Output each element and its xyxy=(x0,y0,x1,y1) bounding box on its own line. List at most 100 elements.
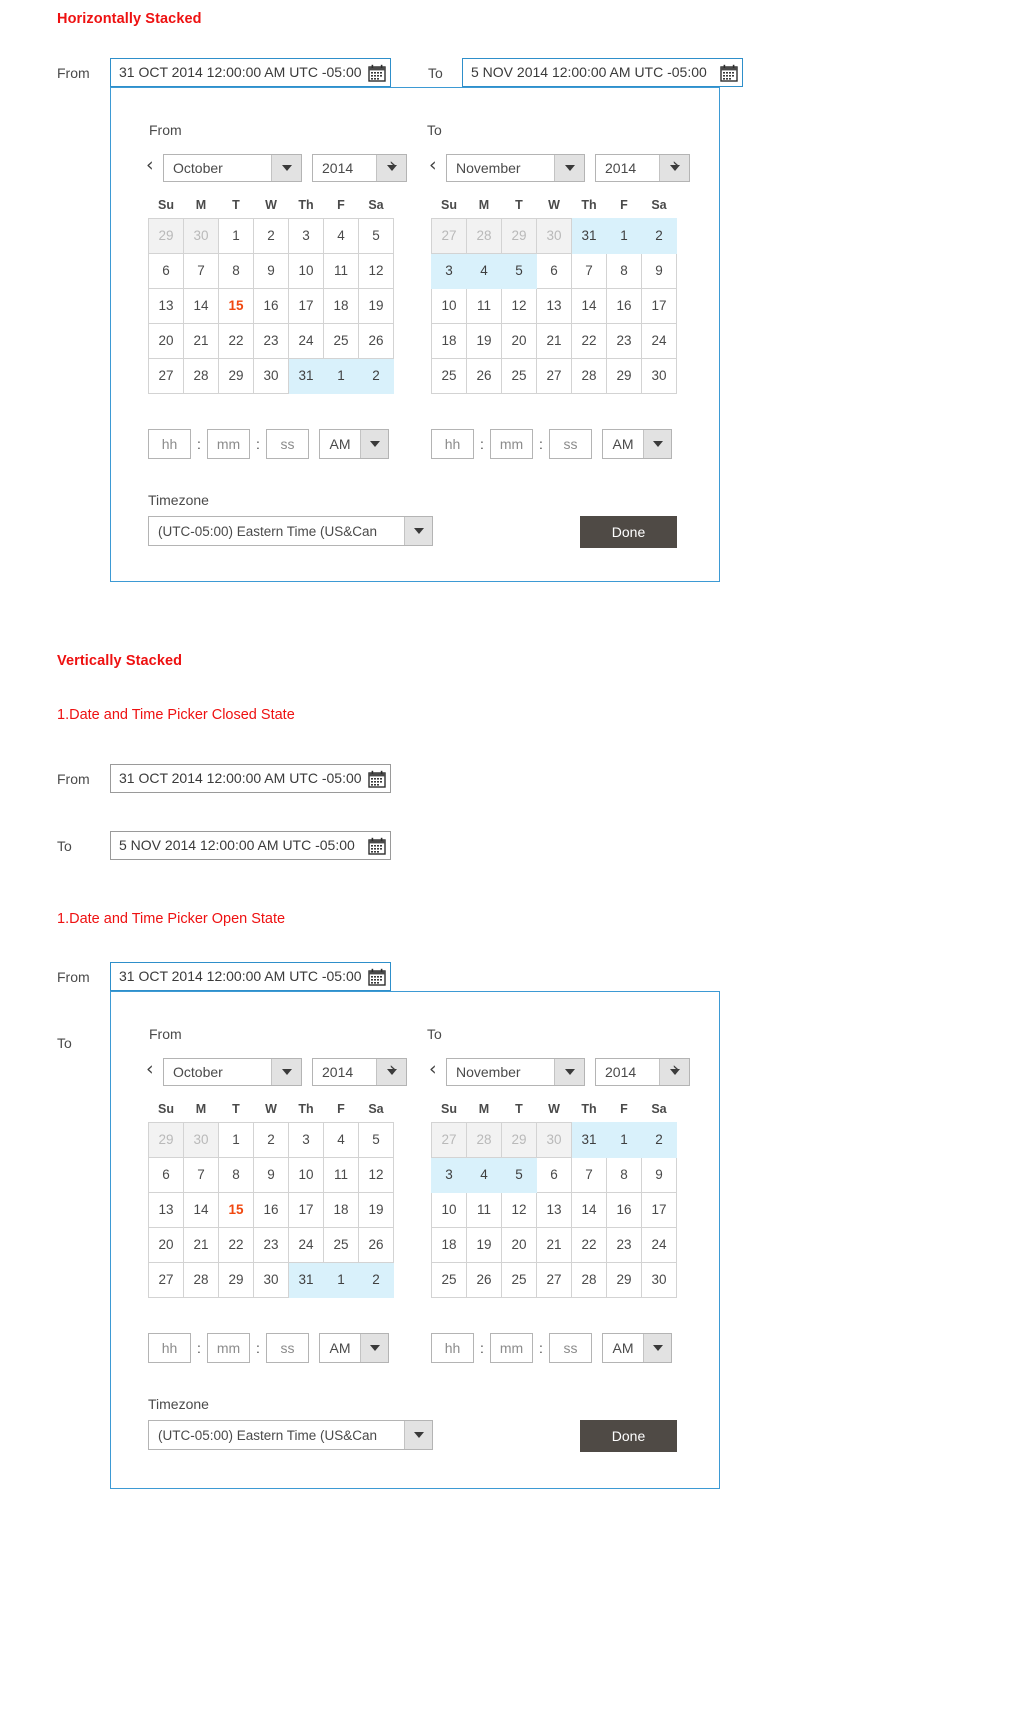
calendar-day-cell[interactable]: 2 xyxy=(358,357,394,394)
calendar-day-cell[interactable]: 20 xyxy=(501,1226,537,1263)
calendar-day-cell[interactable]: 13 xyxy=(148,1191,184,1228)
calendar-day-cell[interactable]: 5 xyxy=(358,217,394,254)
calendar-day-cell[interactable]: 10 xyxy=(431,287,467,324)
calendar-day-cell[interactable]: 14 xyxy=(183,287,219,324)
to-prev-month-arrow[interactable]: ‹ xyxy=(429,156,437,175)
calendar-day-cell[interactable]: 28 xyxy=(571,1261,607,1298)
calendar-day-cell[interactable]: 21 xyxy=(536,322,572,359)
from-prev-month-arrow[interactable]: ‹ xyxy=(146,156,154,175)
calendar-day-cell[interactable]: 13 xyxy=(536,287,572,324)
calendar-day-cell[interactable]: 13 xyxy=(536,1191,572,1228)
from-prev-month-arrow[interactable]: ‹ xyxy=(146,1060,154,1079)
calendar-day-cell[interactable]: 24 xyxy=(288,322,324,359)
calendar-day-cell[interactable]: 27 xyxy=(536,357,572,394)
calendar-day-cell[interactable]: 27 xyxy=(431,217,467,254)
timezone-select[interactable]: (UTC-05:00) Eastern Time (US&Can xyxy=(148,1420,433,1450)
calendar-day-cell[interactable]: 29 xyxy=(148,217,184,254)
to-meridiem-select[interactable]: AM xyxy=(602,429,672,459)
calendar-day-cell[interactable]: 2 xyxy=(641,217,677,254)
calendar-day-cell[interactable]: 12 xyxy=(358,1156,394,1193)
to-hour-input[interactable]: hh xyxy=(431,429,474,459)
calendar-day-cell[interactable]: 14 xyxy=(183,1191,219,1228)
to-date-input-closed[interactable]: 5 NOV 2014 12:00:00 AM UTC -05:00 xyxy=(110,831,391,860)
to-calendar[interactable]: Su M T W Th F Sa 27 28 29 30 31 1 2 3 4 5 6 7 8 9 10 11 12 13 14 1… xyxy=(431,1096,677,1298)
calendar-day-cell[interactable]: 27 xyxy=(431,1121,467,1158)
calendar-day-cell[interactable]: 11 xyxy=(323,1156,359,1193)
done-button[interactable]: Done xyxy=(580,516,677,548)
chevron-down-icon[interactable] xyxy=(360,1334,388,1362)
calendar-icon[interactable] xyxy=(368,968,386,986)
calendar-day-cell[interactable]: 31 xyxy=(288,357,324,394)
calendar-day-cell[interactable]: 23 xyxy=(253,1226,289,1263)
calendar-day-cell[interactable]: 6 xyxy=(148,1156,184,1193)
calendar-day-cell[interactable]: 31 xyxy=(571,217,607,254)
calendar-day-cell[interactable]: 23 xyxy=(253,322,289,359)
calendar-day-cell[interactable]: 29 xyxy=(501,217,537,254)
to-minute-input[interactable]: mm xyxy=(490,1333,533,1363)
calendar-day-cell[interactable]: 16 xyxy=(606,1191,642,1228)
calendar-day-cell[interactable]: 29 xyxy=(148,1121,184,1158)
calendar-day-cell[interactable]: 30 xyxy=(183,1121,219,1158)
done-button[interactable]: Done xyxy=(580,1420,677,1452)
calendar-day-cell[interactable]: 25 xyxy=(431,1261,467,1298)
calendar-day-cell[interactable]: 21 xyxy=(183,1226,219,1263)
calendar-day-cell[interactable]: 7 xyxy=(183,252,219,289)
from-month-select[interactable]: October xyxy=(163,154,302,182)
calendar-day-cell[interactable]: 1 xyxy=(606,1121,642,1158)
from-hour-input[interactable]: hh xyxy=(148,429,191,459)
to-date-input-horizontal[interactable]: 5 NOV 2014 12:00:00 AM UTC -05:00 xyxy=(462,58,743,87)
calendar-day-cell[interactable]: 1 xyxy=(218,1121,254,1158)
calendar-day-cell[interactable]: 27 xyxy=(148,1261,184,1298)
calendar-day-cell[interactable]: 8 xyxy=(606,1156,642,1193)
calendar-day-cell[interactable]: 25 xyxy=(431,357,467,394)
calendar-day-cell[interactable]: 16 xyxy=(253,287,289,324)
from-meridiem-select[interactable]: AM xyxy=(319,429,389,459)
to-calendar[interactable]: Su M T W Th F Sa 27 28 29 30 31 1 2 3 4 5 6 7 8 9 10 11 12 13 14 1… xyxy=(431,192,677,394)
calendar-day-cell[interactable]: 24 xyxy=(641,322,677,359)
calendar-day-cell[interactable]: 31 xyxy=(571,1121,607,1158)
calendar-day-cell[interactable]: 9 xyxy=(641,1156,677,1193)
calendar-day-cell[interactable]: 28 xyxy=(183,357,219,394)
chevron-down-icon[interactable] xyxy=(404,1421,432,1449)
calendar-day-cell[interactable]: 21 xyxy=(536,1226,572,1263)
calendar-day-cell[interactable]: 20 xyxy=(148,322,184,359)
calendar-day-cell[interactable]: 8 xyxy=(218,252,254,289)
to-meridiem-select[interactable]: AM xyxy=(602,1333,672,1363)
calendar-day-cell[interactable]: 4 xyxy=(466,1156,502,1193)
calendar-day-cell[interactable]: 22 xyxy=(571,1226,607,1263)
calendar-day-cell[interactable]: 5 xyxy=(501,252,537,289)
to-hour-input[interactable]: hh xyxy=(431,1333,474,1363)
calendar-day-cell[interactable]: 26 xyxy=(466,1261,502,1298)
calendar-day-cell[interactable]: 24 xyxy=(288,1226,324,1263)
chevron-down-icon[interactable] xyxy=(643,430,671,458)
chevron-down-icon[interactable] xyxy=(554,155,584,181)
from-date-input-open[interactable]: 31 OCT 2014 12:00:00 AM UTC -05:00 xyxy=(110,962,391,991)
calendar-day-cell[interactable]: 7 xyxy=(183,1156,219,1193)
calendar-day-cell[interactable]: 11 xyxy=(466,1191,502,1228)
calendar-day-cell[interactable]: 7 xyxy=(571,1156,607,1193)
calendar-day-cell[interactable]: 28 xyxy=(466,217,502,254)
calendar-day-cell[interactable]: 30 xyxy=(253,1261,289,1298)
calendar-day-cell[interactable]: 30 xyxy=(253,357,289,394)
from-minute-input[interactable]: mm xyxy=(207,1333,250,1363)
calendar-day-cell[interactable]: 4 xyxy=(323,1121,359,1158)
calendar-day-cell[interactable]: 10 xyxy=(288,252,324,289)
calendar-day-cell[interactable]: 5 xyxy=(501,1156,537,1193)
calendar-day-cell[interactable]: 11 xyxy=(323,252,359,289)
calendar-day-cell[interactable]: 12 xyxy=(501,1191,537,1228)
calendar-day-cell[interactable]: 10 xyxy=(431,1191,467,1228)
calendar-day-cell[interactable]: 28 xyxy=(571,357,607,394)
to-month-select[interactable]: November xyxy=(446,154,585,182)
calendar-day-cell[interactable]: 8 xyxy=(218,1156,254,1193)
to-second-input[interactable]: ss xyxy=(549,429,592,459)
calendar-day-cell[interactable]: 9 xyxy=(253,1156,289,1193)
calendar-day-cell[interactable]: 29 xyxy=(218,357,254,394)
calendar-day-cell[interactable]: 16 xyxy=(253,1191,289,1228)
to-minute-input[interactable]: mm xyxy=(490,429,533,459)
from-next-month-arrow[interactable]: › xyxy=(389,156,397,175)
calendar-day-cell[interactable]: 3 xyxy=(288,1121,324,1158)
calendar-day-cell[interactable]: 29 xyxy=(606,357,642,394)
from-calendar[interactable]: Su M T W Th F Sa 29 30 1 2 3 4 5 6 7 8 9 10 11 12 13 14 15 16 17 1… xyxy=(148,192,394,394)
calendar-day-cell[interactable]: 1 xyxy=(323,1261,359,1298)
calendar-day-cell[interactable]: 23 xyxy=(606,322,642,359)
